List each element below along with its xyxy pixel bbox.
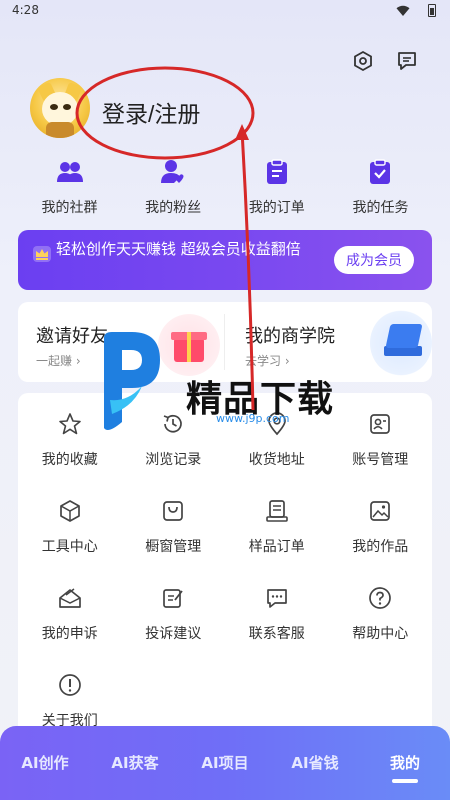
tab-label: AI创作 — [21, 754, 69, 772]
quick-link-fans[interactable]: 我的粉丝 — [122, 157, 225, 217]
star-icon — [57, 411, 83, 437]
service-label: 我的作品 — [352, 539, 409, 555]
task-check-icon — [365, 157, 395, 187]
history-icon — [160, 411, 186, 437]
service-sample-orders[interactable]: 样品订单 — [225, 498, 329, 559]
quick-link-label: 我的粉丝 — [145, 200, 202, 216]
gallery-icon — [367, 498, 393, 524]
settings-hexagon-icon[interactable] — [350, 48, 376, 74]
message-icon[interactable] — [394, 48, 420, 74]
service-grid-card: 我的收藏 浏览记录 收货地址 账号管理 工具中心 橱窗管理 样品订单 我的作品 … — [18, 393, 432, 738]
quick-link-tasks[interactable]: 我的任务 — [329, 157, 432, 217]
quick-link-label: 我的订单 — [248, 200, 305, 216]
service-feedback[interactable]: 投诉建议 — [122, 585, 226, 646]
bottom-nav: AI创作 AI获客 AI项目 AI省钱 我的 — [0, 726, 450, 800]
tab-label: AI获客 — [111, 754, 159, 772]
quick-link-orders[interactable]: 我的订单 — [225, 157, 328, 217]
service-label: 收货地址 — [248, 452, 305, 468]
books-icon — [370, 310, 432, 376]
help-circle-icon — [367, 585, 393, 611]
service-label: 我的收藏 — [41, 452, 98, 468]
service-label: 样品订单 — [248, 539, 305, 555]
vip-crown-icon — [33, 246, 51, 262]
battery-icon — [428, 4, 436, 17]
tab-label: AI项目 — [201, 754, 249, 772]
wifi-icon — [396, 5, 410, 16]
service-favorites[interactable]: 我的收藏 — [18, 411, 122, 472]
tab-ai-projects[interactable]: AI项目 — [180, 752, 270, 783]
service-label: 投诉建议 — [145, 626, 202, 642]
service-appeal[interactable]: 我的申诉 — [18, 585, 122, 646]
service-label: 我的申诉 — [41, 626, 98, 642]
status-bar: 4:28 — [0, 0, 450, 22]
invite-subtitle: 一起赚 › — [36, 354, 81, 368]
tab-ai-create[interactable]: AI创作 — [0, 752, 90, 783]
service-label: 橱窗管理 — [145, 539, 202, 555]
id-card-icon — [367, 411, 393, 437]
cube-icon — [57, 498, 83, 524]
tab-label: AI省钱 — [291, 754, 339, 772]
order-clipboard-icon — [262, 157, 292, 187]
location-pin-icon — [264, 411, 290, 437]
service-label: 联系客服 — [248, 626, 305, 642]
vip-banner-text: 轻松创作天天赚钱 超级会员收益翻倍 — [56, 240, 301, 258]
service-label: 账号管理 — [352, 452, 409, 468]
avatar[interactable] — [30, 78, 90, 138]
top-actions — [350, 48, 420, 74]
promo-card: 邀请好友 一起赚 › 我的商学院 去学习 › — [18, 302, 432, 382]
group-icon — [55, 157, 85, 187]
info-exclamation-icon — [57, 672, 83, 698]
quick-link-label: 我的任务 — [352, 200, 409, 216]
service-showcase[interactable]: 橱窗管理 — [122, 498, 226, 559]
feedback-edit-icon — [160, 585, 186, 611]
service-label: 帮助中心 — [352, 626, 409, 642]
become-member-button[interactable]: 成为会员 — [334, 246, 414, 274]
service-customer-support[interactable]: 联系客服 — [225, 585, 329, 646]
service-history[interactable]: 浏览记录 — [122, 411, 226, 472]
gift-box-icon — [158, 314, 220, 376]
vip-banner[interactable]: 轻松创作天天赚钱 超级会员收益翻倍 成为会员 — [18, 230, 432, 290]
service-account[interactable]: 账号管理 — [329, 411, 433, 472]
quick-link-label: 我的社群 — [41, 200, 98, 216]
service-label: 工具中心 — [41, 539, 98, 555]
fans-icon — [158, 157, 188, 187]
service-grid: 我的收藏 浏览记录 收货地址 账号管理 工具中心 橱窗管理 样品订单 我的作品 … — [18, 411, 432, 733]
chat-bubble-icon — [264, 585, 290, 611]
tab-label: 我的 — [389, 754, 420, 772]
school-subtitle: 去学习 › — [245, 354, 290, 368]
service-about-us[interactable]: 关于我们 — [18, 672, 122, 733]
login-register-link[interactable]: 登录/注册 — [102, 95, 200, 129]
school-title: 我的商学院 — [245, 326, 335, 347]
service-label: 浏览记录 — [145, 452, 202, 468]
service-help-center[interactable]: 帮助中心 — [329, 585, 433, 646]
tab-ai-customers[interactable]: AI获客 — [90, 752, 180, 783]
service-works[interactable]: 我的作品 — [329, 498, 433, 559]
sample-doc-icon — [264, 498, 290, 524]
annotation-arrowhead — [235, 124, 249, 140]
service-address[interactable]: 收货地址 — [225, 411, 329, 472]
tab-mine[interactable]: 我的 — [360, 752, 450, 783]
invite-title: 邀请好友 — [36, 326, 108, 347]
quick-link-community[interactable]: 我的社群 — [18, 157, 121, 217]
status-time: 4:28 — [12, 3, 39, 17]
quick-links: 我的社群 我的粉丝 我的订单 我的任务 — [18, 157, 432, 217]
active-tab-indicator — [392, 779, 418, 783]
shopping-bag-icon — [160, 498, 186, 524]
tab-ai-save[interactable]: AI省钱 — [270, 752, 360, 783]
service-tools[interactable]: 工具中心 — [18, 498, 122, 559]
appeal-envelope-icon — [57, 585, 83, 611]
business-school-card[interactable]: 我的商学院 去学习 › — [225, 302, 432, 382]
invite-friends-card[interactable]: 邀请好友 一起赚 › — [18, 302, 225, 382]
